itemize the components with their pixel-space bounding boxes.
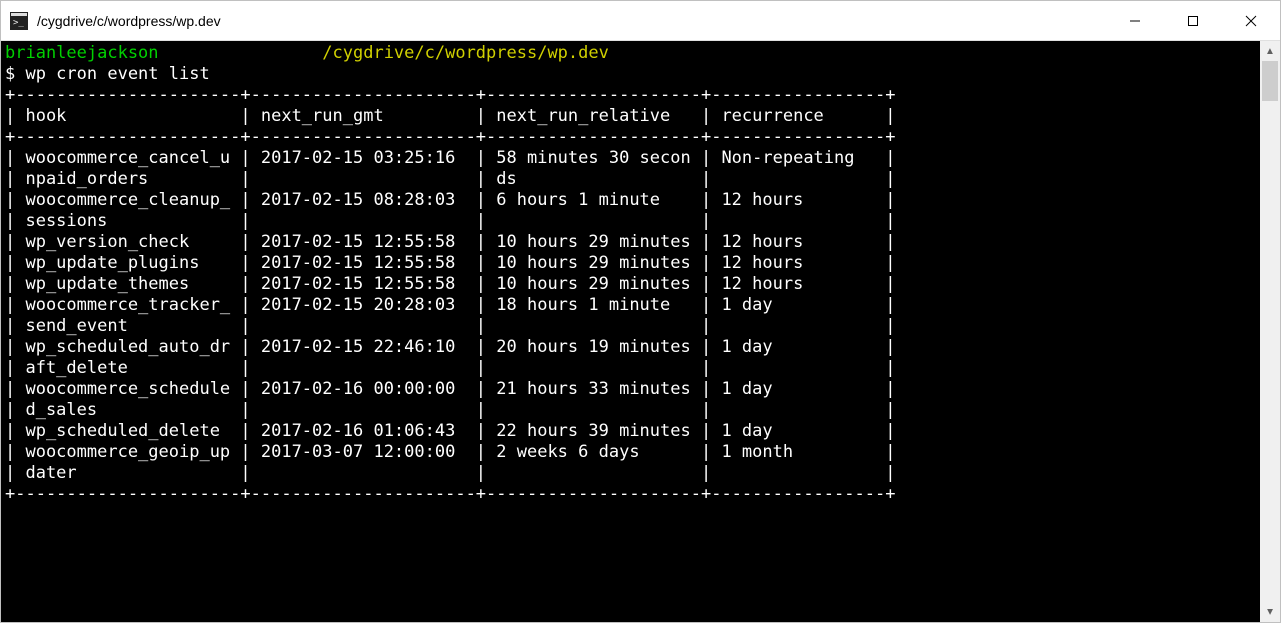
titlebar[interactable]: >_ /cygdrive/c/wordpress/wp.dev <box>1 1 1280 41</box>
window-controls <box>1106 1 1280 40</box>
window-title: /cygdrive/c/wordpress/wp.dev <box>37 13 1106 29</box>
minimize-button[interactable] <box>1106 1 1164 40</box>
svg-text:>_: >_ <box>13 18 24 28</box>
scrollbar-thumb[interactable] <box>1262 61 1278 101</box>
maximize-button[interactable] <box>1164 1 1222 40</box>
scroll-down-button[interactable]: ▲ <box>1260 602 1280 622</box>
scroll-up-button[interactable]: ▲ <box>1260 41 1280 61</box>
terminal-icon: >_ <box>9 11 29 31</box>
close-button[interactable] <box>1222 1 1280 40</box>
terminal-body: brianleejackson /cygdrive/c/wordpress/wp… <box>1 41 1280 622</box>
scrollbar[interactable]: ▲ ▲ <box>1260 41 1280 622</box>
terminal-output[interactable]: brianleejackson /cygdrive/c/wordpress/wp… <box>1 41 1260 622</box>
scrollbar-track[interactable] <box>1260 61 1280 602</box>
terminal-window: >_ /cygdrive/c/wordpress/wp.dev brianlee… <box>0 0 1281 623</box>
